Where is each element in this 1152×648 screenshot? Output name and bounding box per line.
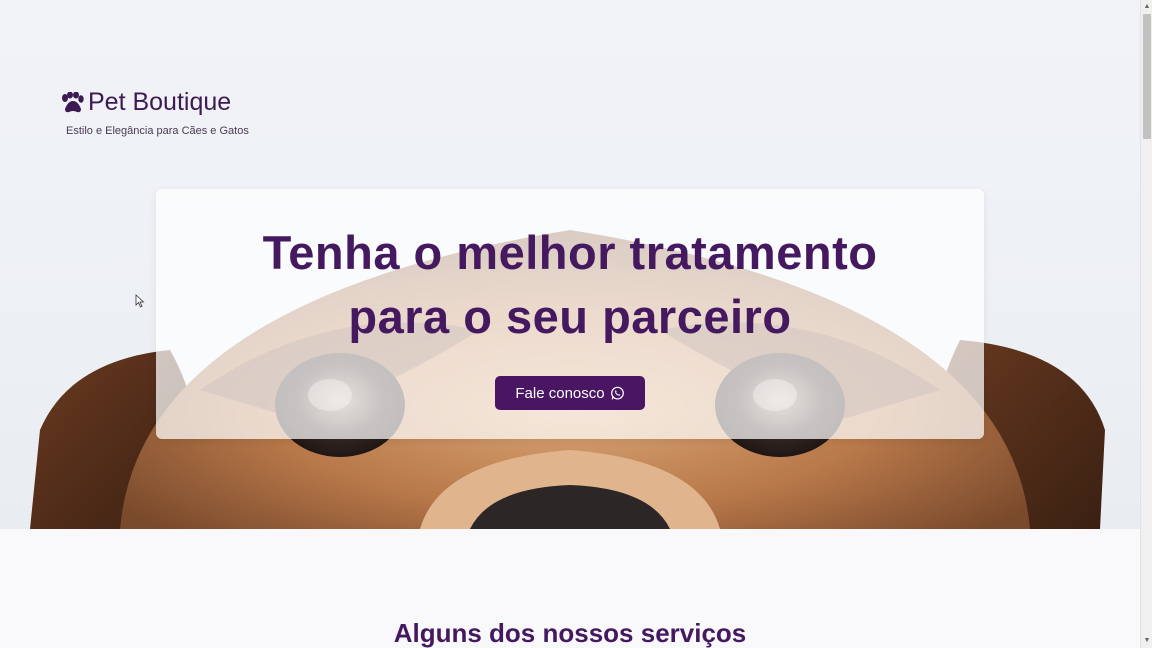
hero-headline: Tenha o melhor tratamento para o seu par… xyxy=(156,221,984,349)
headline-line-2: para o seu parceiro xyxy=(348,290,792,343)
brand-logo[interactable]: Pet Boutique Estilo e Elegância para Cãe… xyxy=(60,88,249,137)
headline-line-1: Tenha o melhor tratamento xyxy=(262,226,878,279)
services-section-title: Alguns dos nossos serviços xyxy=(393,618,747,648)
paw-icon xyxy=(62,91,84,112)
brand-tagline: Estilo e Elegância para Cães e Gatos xyxy=(66,125,249,137)
scroll-up-arrow-icon[interactable]: ▲ xyxy=(1141,0,1152,14)
page-viewport: Pet Boutique Estilo e Elegância para Cãe… xyxy=(0,0,1140,648)
scrollbar-thumb[interactable] xyxy=(1143,14,1151,139)
mouse-cursor-icon xyxy=(135,294,145,308)
brand-title: Pet Boutique xyxy=(88,88,232,116)
whatsapp-icon xyxy=(610,386,624,400)
vertical-scrollbar[interactable]: ▲ ▼ xyxy=(1140,0,1152,648)
scroll-down-arrow-icon[interactable]: ▼ xyxy=(1141,634,1152,648)
contact-button[interactable]: Fale conosco xyxy=(495,376,645,410)
hero-card: Tenha o melhor tratamento para o seu par… xyxy=(156,189,984,439)
contact-button-label: Fale conosco xyxy=(515,384,605,402)
